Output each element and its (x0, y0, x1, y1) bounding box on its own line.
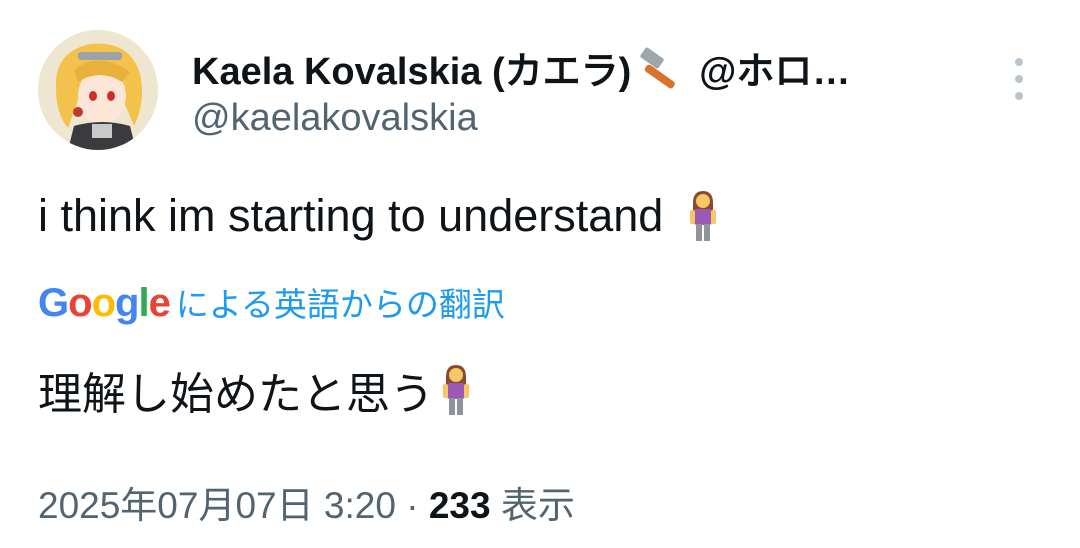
avatar[interactable] (38, 30, 158, 150)
translation-label[interactable]: による英語からの翻訳 (176, 278, 505, 326)
translated-text-row: 理解し始めたと思う (38, 358, 474, 422)
tweet-meta: 2025年07月07日 3:20 · 233 表示 (38, 475, 575, 529)
more-icon-dot (1015, 58, 1023, 66)
author-display-name[interactable]: Kaela Kovalskia (カエラ) (192, 40, 631, 95)
views-label: 表示 (500, 485, 575, 526)
tweet-text-row: i think im starting to understand (38, 189, 721, 243)
anime-avatar-icon (38, 30, 158, 150)
more-icon-dot (1015, 75, 1023, 83)
more-icon-dot (1015, 92, 1023, 100)
translation-attribution[interactable]: Google による英語からの翻訳 (38, 278, 505, 326)
views-count: 233 (428, 485, 491, 526)
author-display-name-row[interactable]: Kaela Kovalskia (カエラ) @ホロ… (192, 40, 850, 95)
more-options-button[interactable] (1004, 58, 1034, 100)
tweet-text: i think im starting to understand (38, 190, 664, 241)
woman-standing-icon (685, 189, 721, 243)
author-handle[interactable]: @kaelakovalskia (192, 97, 478, 140)
author-name-suffix[interactable]: @ホロ… (699, 40, 850, 95)
google-logo: Google (38, 281, 171, 325)
meta-separator: · (406, 485, 419, 526)
hammer-icon (637, 46, 693, 90)
tweet-timestamp[interactable]: 2025年07月07日 3:20 (38, 485, 396, 526)
translated-text: 理解し始めたと思う (38, 370, 434, 419)
woman-standing-icon (438, 363, 474, 417)
